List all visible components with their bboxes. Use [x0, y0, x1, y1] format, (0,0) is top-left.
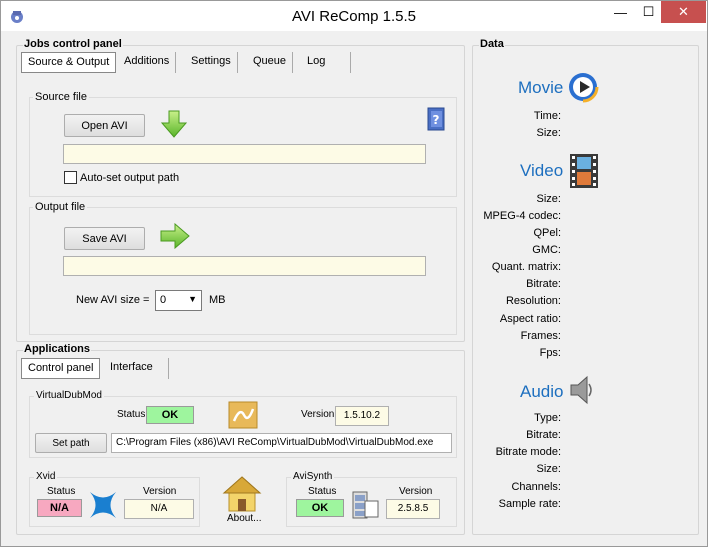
- window-title: AVI ReComp 1.5.5: [292, 8, 416, 25]
- save-avi-button[interactable]: Save AVI: [64, 227, 145, 250]
- speaker-icon: [570, 375, 592, 405]
- data-panel: [472, 45, 699, 535]
- arrow-right-icon: [160, 223, 190, 249]
- video-field-size: Size:: [536, 193, 561, 205]
- audio-field-size: Size:: [536, 463, 561, 475]
- jobs-panel-title: Jobs control panel: [23, 38, 123, 50]
- video-field-aspect-ratio: Aspect ratio:: [499, 313, 561, 325]
- virtualdub-icon: [228, 401, 258, 429]
- data-panel-title: Data: [479, 38, 505, 50]
- tab-log[interactable]: Log: [301, 52, 351, 73]
- audio-field-bitrate-mode: Bitrate mode:: [495, 446, 561, 458]
- avisynth-film-icon: [352, 491, 379, 519]
- audio-section-title: Audio: [520, 382, 564, 401]
- avisynth-status-badge: OK: [296, 499, 344, 517]
- size-unit-label: MB: [209, 294, 226, 306]
- about-button[interactable]: About...: [227, 513, 261, 524]
- movie-field-time: Time:: [533, 110, 561, 122]
- tab-settings[interactable]: Settings: [185, 52, 238, 73]
- video-field-resolution: Resolution:: [505, 295, 561, 307]
- tab-queue[interactable]: Queue: [247, 52, 294, 73]
- tab-interface[interactable]: Interface: [104, 358, 169, 379]
- video-field-qpel: QPel:: [533, 227, 561, 239]
- avi-size-value: 0: [160, 294, 167, 306]
- movie-section-title: Movie: [518, 78, 564, 97]
- title-bar: AVI ReComp 1.5.5 — ☐ ✕: [1, 1, 707, 31]
- maximize-button[interactable]: ☐: [635, 1, 662, 23]
- output-file-title: Output file: [33, 201, 88, 213]
- tab-additions[interactable]: Additions: [118, 52, 177, 73]
- xvid-version-value: N/A: [124, 499, 194, 519]
- movie-play-icon: [567, 71, 599, 103]
- xvid-logo-icon: [90, 492, 116, 518]
- avi-size-select[interactable]: 0 ▼: [155, 290, 202, 311]
- video-field-frames: Frames:: [520, 330, 561, 342]
- xvid-title: Xvid: [34, 471, 58, 482]
- vdm-path-input[interactable]: C:\Program Files (x86)\AVI ReComp\Virtua…: [111, 433, 452, 453]
- close-button[interactable]: ✕: [661, 1, 706, 23]
- avisynth-version-label: Version: [399, 486, 433, 497]
- audio-field-channels: Channels:: [511, 481, 561, 493]
- virtualdubmod-title: VirtualDubMod: [34, 390, 104, 401]
- open-avi-button[interactable]: Open AVI: [64, 114, 145, 137]
- avisynth-version-value: 2.5.8.5: [386, 499, 440, 519]
- video-field-fps: Fps:: [539, 347, 561, 359]
- new-avi-size-label: New AVI size =: [76, 294, 150, 306]
- movie-field-size: Size:: [536, 127, 561, 139]
- arrow-down-icon: [161, 110, 187, 138]
- avisynth-title: AviSynth: [291, 471, 335, 482]
- set-path-button[interactable]: Set path: [35, 433, 107, 453]
- auto-set-output-label: Auto-set output path: [80, 172, 180, 184]
- audio-field-type: Type:: [534, 412, 561, 424]
- video-field-bitrate: Bitrate:: [526, 278, 561, 290]
- vdm-status-badge: OK: [146, 406, 194, 424]
- xvid-status-label: Status: [47, 486, 76, 497]
- vdm-version-label: Version: [301, 409, 335, 420]
- tab-control-panel[interactable]: Control panel: [21, 358, 101, 379]
- audio-field-sample-rate: Sample rate:: [498, 498, 561, 510]
- source-file-title: Source file: [33, 91, 89, 103]
- xvid-version-label: Version: [143, 486, 177, 497]
- tab-source-output[interactable]: Source & Output: [21, 52, 117, 73]
- minimize-button[interactable]: —: [607, 1, 634, 23]
- xvid-status-badge: N/A: [37, 499, 82, 517]
- source-path-input[interactable]: [63, 144, 426, 164]
- video-field-gmc: GMC:: [532, 244, 561, 256]
- video-field-quant-matrix: Quant. matrix:: [491, 261, 561, 273]
- home-icon[interactable]: [222, 475, 262, 513]
- vdm-version-value: 1.5.10.2: [335, 406, 389, 426]
- avisynth-status-label: Status: [308, 486, 337, 497]
- output-path-input[interactable]: [63, 256, 426, 276]
- vdm-status-label: Status: [117, 409, 146, 420]
- chevron-down-icon: ▼: [188, 294, 197, 304]
- audio-field-bitrate: Bitrate:: [526, 429, 561, 441]
- auto-set-output-checkbox[interactable]: [64, 171, 77, 184]
- help-book-icon[interactable]: ?: [426, 107, 446, 131]
- app-window: AVI ReComp 1.5.5 — ☐ ✕ Jobs control pane…: [0, 0, 708, 547]
- applications-title: Applications: [23, 343, 92, 355]
- video-section-title: Video: [520, 161, 564, 180]
- svg-text:?: ?: [433, 113, 440, 127]
- video-field-mpeg4-codec: MPEG-4 codec:: [483, 210, 561, 222]
- film-strip-icon: [570, 154, 598, 188]
